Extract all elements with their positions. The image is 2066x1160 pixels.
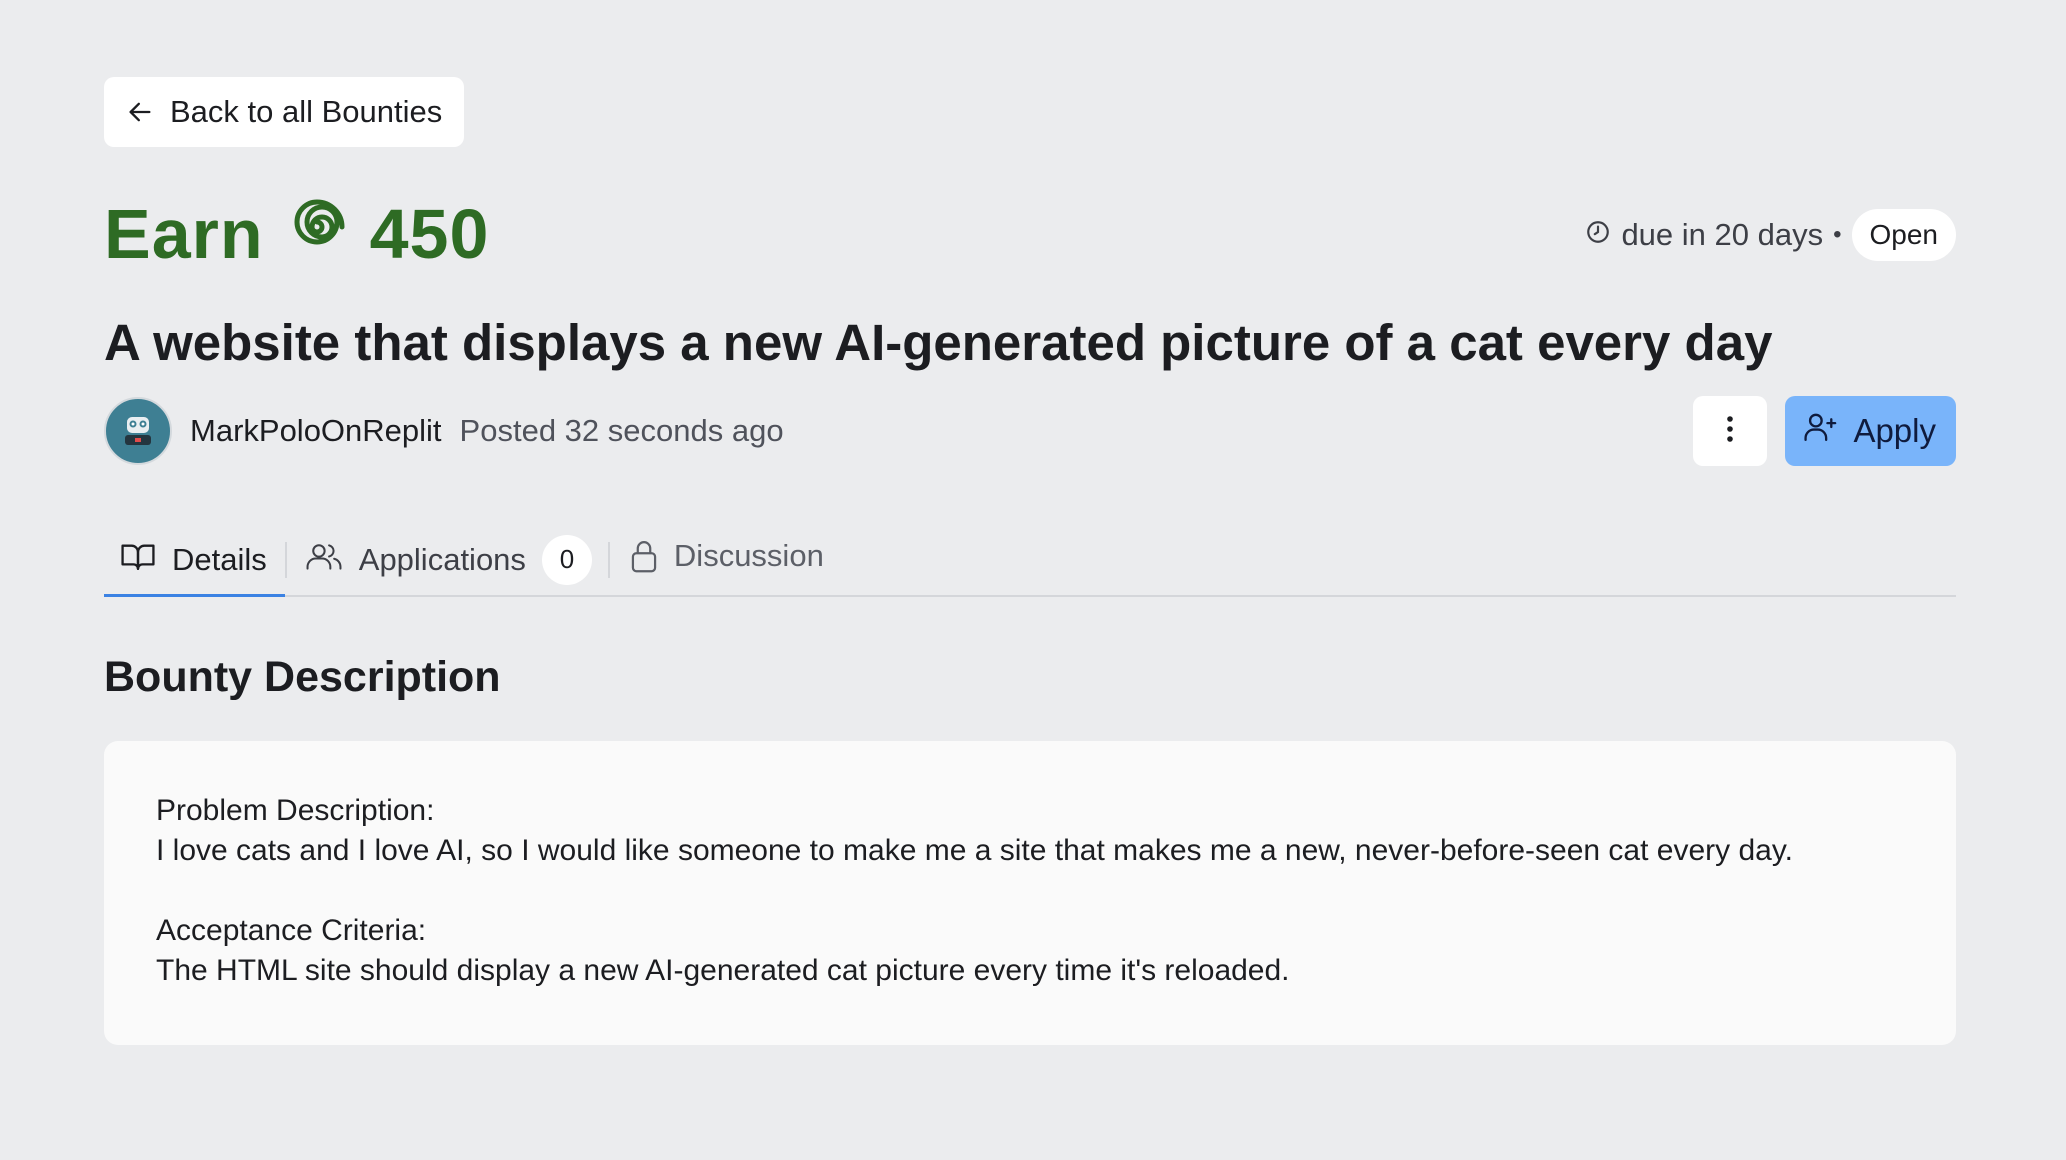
- more-options-button[interactable]: [1693, 396, 1768, 466]
- clock-icon: [1585, 217, 1611, 253]
- back-to-bounties-button[interactable]: Back to all Bounties: [104, 77, 465, 147]
- tab-details-label: Details: [172, 542, 267, 577]
- tab-discussion[interactable]: Discussion: [610, 524, 824, 595]
- applications-count-badge: 0: [541, 534, 592, 585]
- tab-details[interactable]: Details: [104, 526, 285, 597]
- bounty-title: A website that displays a new AI-generat…: [104, 314, 1773, 371]
- bounty-actions: Apply: [1693, 396, 1956, 466]
- bounty-page: Back to all Bounties Earn 450 due in 20 …: [104, 77, 1956, 1045]
- book-icon: [120, 540, 156, 580]
- earn-value: 450: [369, 195, 490, 273]
- problem-text: I love cats and I love AI, so I would li…: [156, 834, 1793, 867]
- cycles-spiral-icon: [286, 194, 348, 274]
- status-group: due in 20 days • Open: [1585, 209, 1956, 261]
- bounty-tabs: Details Applications 0 Discussion: [104, 524, 1956, 597]
- lock-icon: [630, 538, 658, 582]
- tab-applications[interactable]: Applications 0: [287, 524, 608, 595]
- avatar[interactable]: [104, 397, 172, 465]
- criteria-text: The HTML site should display a new AI-ge…: [156, 954, 1290, 987]
- apply-label: Apply: [1853, 412, 1936, 449]
- status-badge: Open: [1851, 209, 1956, 261]
- arrow-left-icon: [126, 98, 154, 126]
- bounty-description-heading: Bounty Description: [104, 653, 501, 701]
- criteria-heading: Acceptance Criteria:: [156, 914, 427, 947]
- user-plus-icon: [1803, 411, 1839, 451]
- tab-applications-label: Applications: [358, 541, 526, 577]
- more-vertical-icon: [1726, 415, 1734, 448]
- tab-discussion-label: Discussion: [673, 537, 824, 573]
- apply-button[interactable]: Apply: [1785, 396, 1956, 466]
- earn-row: Earn 450 due in 20 days • Open: [104, 194, 1956, 274]
- due-text: due in 20 days: [1621, 217, 1824, 252]
- users-icon: [305, 540, 343, 580]
- separator-dot: •: [1833, 221, 1842, 248]
- author-row: MarkPoloOnReplit Posted 32 seconds ago A…: [104, 396, 1956, 466]
- problem-heading: Problem Description:: [156, 794, 435, 827]
- bounty-description-card: Problem Description: I love cats and I l…: [104, 741, 1956, 1045]
- author-username[interactable]: MarkPoloOnReplit: [190, 413, 442, 449]
- earn-label: Earn: [104, 195, 264, 273]
- posted-time: Posted 32 seconds ago: [459, 413, 784, 448]
- due-date: due in 20 days: [1585, 217, 1823, 253]
- back-button-label: Back to all Bounties: [170, 94, 443, 129]
